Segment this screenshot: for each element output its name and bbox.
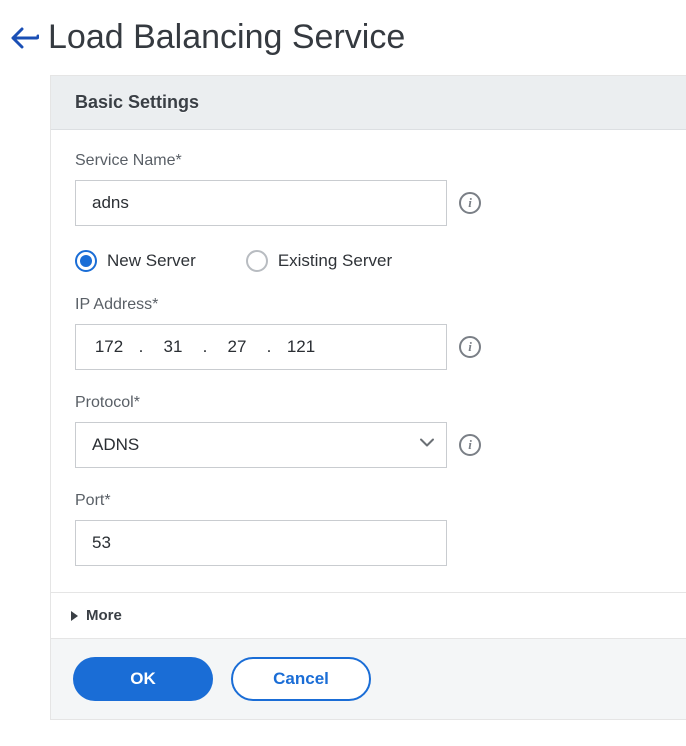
chevron-right-icon bbox=[71, 611, 78, 621]
ip-separator: . bbox=[134, 337, 148, 357]
ok-button[interactable]: OK bbox=[73, 657, 213, 701]
cancel-button[interactable]: Cancel bbox=[231, 657, 371, 701]
ip-address-label: IP Address* bbox=[75, 296, 662, 314]
ip-octet-2[interactable] bbox=[148, 325, 198, 369]
radio-existing-server[interactable]: Existing Server bbox=[246, 250, 392, 272]
info-icon[interactable]: i bbox=[459, 336, 481, 358]
ip-separator: . bbox=[198, 337, 212, 357]
port-label: Port* bbox=[75, 492, 662, 510]
info-icon[interactable]: i bbox=[459, 434, 481, 456]
info-icon[interactable]: i bbox=[459, 192, 481, 214]
section-header-basic-settings: Basic Settings bbox=[51, 76, 686, 130]
ip-address-input-wrap: . . . bbox=[75, 324, 447, 370]
ip-separator: . bbox=[262, 337, 276, 357]
more-label: More bbox=[86, 607, 122, 624]
protocol-select[interactable]: ADNS bbox=[75, 422, 447, 468]
back-button[interactable] bbox=[10, 23, 40, 53]
more-toggle[interactable]: More bbox=[51, 592, 686, 638]
radio-indicator bbox=[246, 250, 268, 272]
page-title: Load Balancing Service bbox=[48, 18, 405, 57]
radio-new-server[interactable]: New Server bbox=[75, 250, 196, 272]
radio-indicator bbox=[75, 250, 97, 272]
ip-octet-4[interactable] bbox=[276, 325, 326, 369]
radio-new-server-label: New Server bbox=[107, 251, 196, 271]
radio-existing-server-label: Existing Server bbox=[278, 251, 392, 271]
ip-octet-3[interactable] bbox=[212, 325, 262, 369]
protocol-label: Protocol* bbox=[75, 394, 662, 412]
ip-octet-1[interactable] bbox=[84, 325, 134, 369]
service-name-label: Service Name* bbox=[75, 152, 662, 170]
port-input[interactable] bbox=[75, 520, 447, 566]
service-name-input[interactable] bbox=[75, 180, 447, 226]
